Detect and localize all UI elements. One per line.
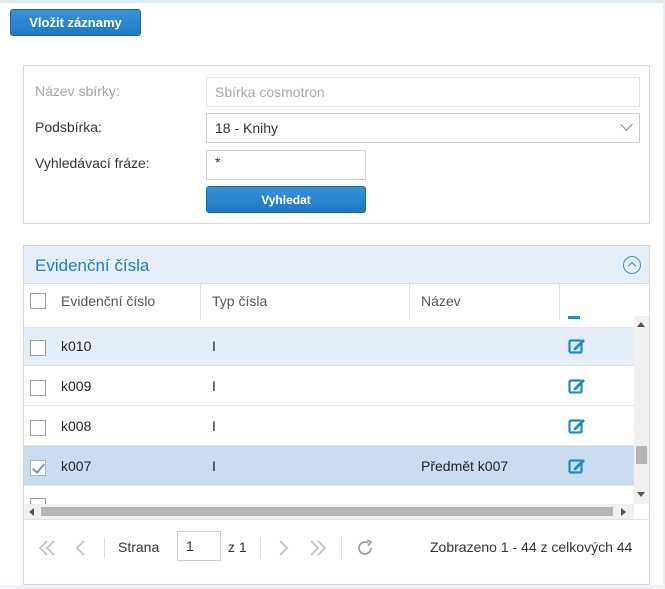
- pager-divider: [341, 538, 342, 558]
- cell-type: I: [212, 458, 216, 474]
- edit-icon: [568, 316, 580, 319]
- table-row-partial: [24, 486, 634, 504]
- collection-value: Sbírka cosmotron: [215, 84, 325, 100]
- search-phrase-value: *: [215, 154, 221, 170]
- records-summary: Zobrazeno 1 - 44 z celkových 44: [430, 539, 633, 555]
- scroll-right-icon[interactable]: [621, 508, 626, 516]
- refresh-icon[interactable]: [354, 537, 376, 559]
- scroll-left-icon[interactable]: [29, 508, 34, 516]
- collection-label: Název sbírky:: [35, 83, 120, 99]
- cell-type: I: [212, 378, 216, 394]
- scroll-thumb[interactable]: [636, 446, 647, 464]
- grid-header: Evidenční čísla: [24, 246, 649, 284]
- vertical-scrollbar[interactable]: [634, 316, 649, 504]
- cell-type: I: [212, 338, 216, 354]
- select-all-checkbox[interactable]: [30, 293, 46, 309]
- table-row[interactable]: k010 I: [24, 328, 634, 366]
- page-label: Strana: [118, 539, 160, 555]
- edit-icon[interactable]: [568, 377, 586, 395]
- frame-edge-bottom: [0, 585, 665, 589]
- row-checkbox[interactable]: [30, 420, 46, 436]
- column-header-name[interactable]: Název: [421, 284, 461, 328]
- column-divider: [200, 284, 201, 320]
- page-value: 1: [186, 538, 194, 554]
- pager-divider: [260, 538, 261, 558]
- column-divider: [409, 284, 410, 320]
- top-stripe: [0, 0, 665, 3]
- prev-page-icon[interactable]: [70, 537, 92, 559]
- edit-icon[interactable]: [568, 337, 586, 355]
- column-divider: [559, 284, 560, 320]
- evidence-numbers-grid: Evidenční čísla Evidenční číslo Typ čísl…: [23, 245, 650, 585]
- phrase-label: Vyhledávací fráze:: [35, 155, 150, 171]
- edit-icon[interactable]: [568, 457, 586, 475]
- subcollection-select[interactable]: 18 - Knihy: [206, 113, 640, 143]
- cell-name: Předmět k007: [421, 458, 509, 474]
- scroll-thumb[interactable]: [41, 507, 613, 516]
- cell-number: k007: [61, 458, 92, 474]
- horizontal-scrollbar[interactable]: [24, 504, 634, 519]
- scroll-down-icon[interactable]: [637, 492, 645, 497]
- cell-type: I: [212, 418, 216, 434]
- search-phrase-input[interactable]: *: [206, 150, 366, 180]
- next-page-icon[interactable]: [272, 537, 294, 559]
- collection-field: Sbírka cosmotron: [206, 77, 640, 107]
- last-page-icon[interactable]: [307, 537, 329, 559]
- cell-number: k009: [61, 378, 92, 394]
- grid-title: Evidenční čísla: [35, 256, 150, 275]
- column-header-type[interactable]: Typ čísla: [212, 284, 267, 328]
- cell-number: k010: [61, 338, 92, 354]
- table-row[interactable]: k009 I: [24, 366, 634, 406]
- grid-body: k010 I k009 I k008 I k007 I Předmět k007: [24, 328, 634, 504]
- column-header-row: Evidenční číslo Typ čísla Název: [24, 284, 649, 328]
- row-checkbox[interactable]: [30, 460, 46, 476]
- chevron-down-icon: [620, 118, 633, 131]
- table-row[interactable]: k007 I Předmět k007: [24, 446, 634, 486]
- scroll-up-icon[interactable]: [637, 322, 645, 327]
- pager-divider: [104, 538, 105, 558]
- page-input[interactable]: 1: [177, 531, 221, 561]
- subcollection-value: 18 - Knihy: [215, 120, 279, 136]
- column-header-number[interactable]: Evidenční číslo: [61, 284, 155, 328]
- subcollection-label: Podsbírka:: [35, 119, 102, 135]
- row-checkbox[interactable]: [30, 340, 46, 356]
- insert-records-button[interactable]: Vložit záznamy: [10, 9, 141, 36]
- table-row[interactable]: k008 I: [24, 406, 634, 446]
- edit-icon[interactable]: [568, 417, 586, 435]
- search-button[interactable]: Vyhledat: [206, 186, 366, 213]
- pager: Strana 1 z 1 Zobrazeno 1 - 44 z celkovýc…: [24, 519, 649, 584]
- page-count: z 1: [228, 539, 247, 555]
- search-form: Název sbírky: Sbírka cosmotron Podsbírka…: [23, 65, 650, 224]
- chevron-up-icon[interactable]: [623, 256, 641, 274]
- cell-number: k008: [61, 418, 92, 434]
- row-checkbox[interactable]: [30, 380, 46, 396]
- first-page-icon[interactable]: [36, 537, 58, 559]
